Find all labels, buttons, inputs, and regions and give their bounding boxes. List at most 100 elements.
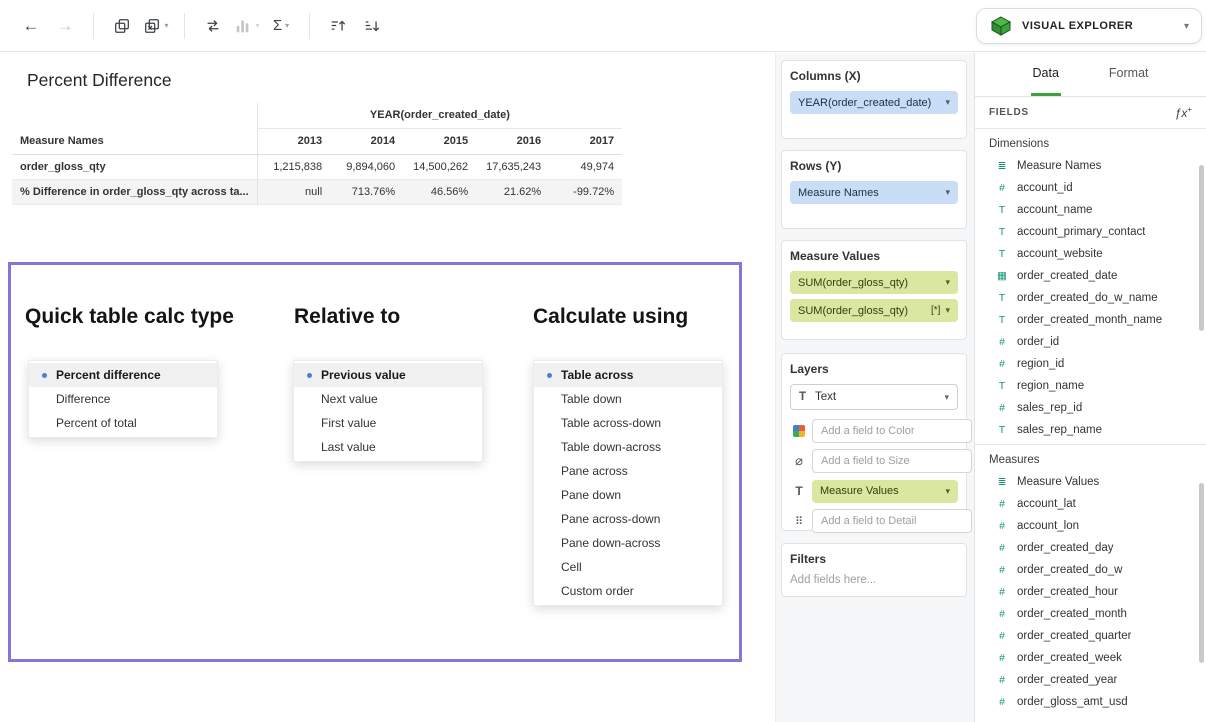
results-table: YEAR(order_created_date) Measure Names 2… [12,103,622,205]
field-item[interactable]: account_name [975,199,1206,221]
chevron-down-icon: ▾ [944,392,949,403]
field-name: order_created_date [1017,270,1117,282]
field-item[interactable]: order_created_month_name [975,309,1206,331]
text-field-pill[interactable]: Measure Values ▾ [812,480,958,503]
field-item[interactable]: order_created_hour [975,581,1206,603]
field-item[interactable]: order_created_date [975,265,1206,287]
tab-data[interactable]: Data [1031,53,1061,96]
layers-label: Layers [790,362,958,376]
field-item[interactable]: region_id [975,353,1206,375]
field-item[interactable]: region_name [975,375,1206,397]
field-type-icon [995,696,1009,708]
columns-shelf-label: Columns (X) [790,69,958,83]
field-item[interactable]: account_website [975,243,1206,265]
remove-copy-button[interactable]: ▾ [139,9,173,43]
chevron-down-icon: ▾ [945,187,950,198]
field-item[interactable]: order_created_day [975,537,1206,559]
sort-ascending-button[interactable] [321,9,355,43]
field-name: order_created_month [1017,608,1127,620]
pill-label: YEAR(order_created_date) [798,97,931,109]
field-item[interactable]: order_created_year [975,669,1206,691]
field-item[interactable]: account_lat [975,493,1206,515]
field-item[interactable]: order_gloss_amt_usd [975,691,1206,713]
dimensions-section-label: Dimensions [975,129,1206,155]
size-field-input[interactable] [812,449,972,473]
relative-to-menu: Previous value Next value First value La… [293,360,483,462]
menu-option[interactable]: Table down-across [534,435,722,459]
color-field-input[interactable] [812,419,972,443]
duplicate-button[interactable] [105,9,139,43]
menu-option[interactable]: Pane down [534,483,722,507]
field-item[interactable]: Measure Names [975,155,1206,177]
filters-shelf[interactable]: Filters Add fields here... [781,543,967,597]
field-item[interactable]: account_primary_contact [975,221,1206,243]
rows-shelf-label: Rows (Y) [790,159,958,173]
field-item[interactable]: sales_rep_id [975,397,1206,419]
field-pill[interactable]: YEAR(order_created_date) ▾ [790,91,958,114]
chevron-down-icon: ▾ [945,305,950,316]
add-formula-button[interactable]: ƒx+ [1175,105,1192,120]
field-item[interactable]: order_created_do_w [975,559,1206,581]
field-item[interactable]: account_id [975,177,1206,199]
menu-option[interactable]: Previous value [294,363,482,387]
menu-option[interactable]: Pane across [534,459,722,483]
tab-format[interactable]: Format [1107,53,1151,96]
swap-axes-button[interactable] [196,9,230,43]
menu-option[interactable]: Pane across-down [534,507,722,531]
detail-field-input[interactable] [812,509,972,533]
table-cell: 1,215,838 [257,154,330,179]
pill-label: Measure Values [820,485,899,497]
field-pill[interactable]: SUM(order_gloss_qty) [*] ▾ [790,299,958,322]
layers-shelf: Layers T Text ▾ Measure Values ▾ [781,353,967,531]
field-item[interactable]: order_created_week [975,647,1206,669]
chevron-down-icon: ▾ [945,486,950,497]
chevron-down-icon: ▾ [285,21,289,30]
field-name: account_id [1017,182,1073,194]
menu-option[interactable]: Percent of total [29,411,217,435]
menu-option[interactable]: Percent difference [29,363,217,387]
field-item[interactable]: order_created_month [975,603,1206,625]
field-item[interactable]: order_created_do_w_name [975,287,1206,309]
visual-explorer-button[interactable]: VISUAL EXPLORER ▾ [976,8,1202,44]
menu-option[interactable]: First value [294,411,482,435]
menu-option[interactable]: Table down [534,387,722,411]
table-row: order_gloss_qty 1,215,838 9,894,060 14,5… [12,154,622,179]
pill-label: Measure Names [798,187,879,199]
sort-descending-icon [363,17,381,35]
table-cell: -99.72% [549,179,622,204]
menu-option[interactable]: Table across [534,363,722,387]
dimensions-scrollbar[interactable] [1199,165,1204,331]
rows-pills: Measure Names ▾ [790,181,958,204]
table-group-header-row: YEAR(order_created_date) [12,103,622,128]
sort-descending-button[interactable] [355,9,389,43]
field-pill[interactable]: SUM(order_gloss_qty) ▾ [790,271,958,294]
field-type-icon [995,564,1009,576]
layer-type-select[interactable]: T Text ▾ [790,384,958,410]
field-pill[interactable]: Measure Names ▾ [790,181,958,204]
measure-values-pills: SUM(order_gloss_qty) ▾ SUM(order_gloss_q… [790,271,958,322]
field-item[interactable]: sales_rep_name [975,419,1206,441]
columns-shelf: Columns (X) YEAR(order_created_date) ▾ [781,60,967,139]
chart-type-button[interactable]: ▾ [230,9,264,43]
menu-option[interactable]: Difference [29,387,217,411]
measures-scrollbar[interactable] [1199,483,1204,663]
menu-option[interactable]: Table across-down [534,411,722,435]
forward-button[interactable]: → [48,9,82,43]
field-item[interactable]: Measure Values [975,471,1206,493]
visual-explorer-logo-icon [989,14,1013,38]
menu-option[interactable]: Pane down-across [534,531,722,555]
aggregate-button[interactable]: Σ ▾ [264,9,298,43]
field-item[interactable]: account_lon [975,515,1206,537]
field-item[interactable]: order_created_quarter [975,625,1206,647]
menu-option[interactable]: Cell [534,555,722,579]
menu-option[interactable]: Last value [294,435,482,459]
back-button[interactable]: ← [14,9,48,43]
field-name: order_created_week [1017,652,1122,664]
field-type-icon [995,542,1009,554]
field-item[interactable]: order_id [975,331,1206,353]
column-header: 2016 [476,128,549,154]
column-header: Measure Names [12,128,257,154]
field-name: order_created_do_w [1017,564,1123,576]
menu-option[interactable]: Next value [294,387,482,411]
menu-option[interactable]: Custom order [534,579,722,603]
